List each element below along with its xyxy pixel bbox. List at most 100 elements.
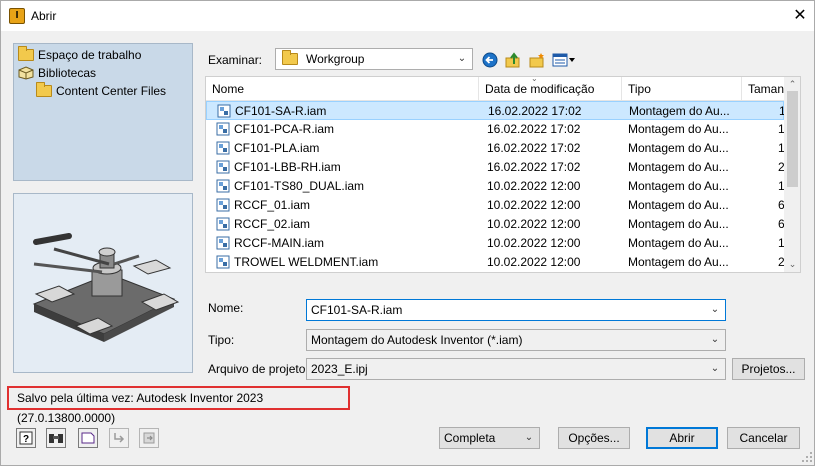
file-type: Montagem do Au... (628, 179, 729, 193)
mode-dropdown[interactable]: Completa ⌄ (439, 427, 540, 449)
view-menu-icon (552, 53, 575, 67)
place-libraries[interactable]: Bibliotecas (18, 64, 96, 82)
back-icon (482, 52, 498, 68)
column-header-name[interactable]: Nome (206, 77, 479, 101)
nome-field[interactable]: CF101-SA-R.iam ⌄ (306, 299, 726, 321)
file-date: 16.02.2022 17:02 (488, 104, 582, 118)
file-date: 10.02.2022 12:00 (487, 236, 581, 250)
file-row[interactable]: RCCF_02.iam 10.02.2022 12:00 Montagem do A… (206, 215, 785, 234)
vertical-scrollbar[interactable]: ⌃ ⌄ (784, 77, 800, 272)
title-bar: I Abrir ✕ (1, 1, 814, 31)
file-name: CF101-SA-R.iam (235, 104, 327, 118)
assembly-preview-image (32, 233, 180, 342)
nome-value: CF101-SA-R.iam (311, 303, 403, 317)
file-preview (13, 193, 193, 373)
tipo-label: Tipo: (208, 333, 235, 347)
file-name: CF101-TS80_DUAL.iam (234, 179, 365, 193)
up-folder-button[interactable] (503, 50, 523, 70)
file-row[interactable]: CF101-SA-R.iam 16.02.2022 17:02 Montagem d… (206, 101, 786, 120)
tipo-dropdown[interactable]: Montagem do Autodesk Inventor (*.iam) ⌄ (306, 329, 726, 351)
scroll-down-icon[interactable]: ⌄ (784, 257, 800, 271)
folder-icon (282, 50, 298, 65)
projeto-label: Arquivo de projeto: (208, 362, 309, 376)
place-label: Espaço de trabalho (38, 48, 142, 62)
file-row[interactable]: RCCF-MAIN.iam 10.02.2022 12:00 Montagem do… (206, 234, 785, 253)
file-type: Montagem do Au... (628, 255, 729, 269)
chevron-down-icon: ⌄ (457, 53, 467, 64)
file-type: Montagem do Au... (628, 122, 729, 136)
close-button[interactable]: ✕ (789, 5, 811, 27)
back-button[interactable] (480, 50, 500, 70)
file-row[interactable]: CF101-PCA-R.iam 16.02.2022 17:02 Montagem … (206, 120, 785, 139)
place-label: Content Center Files (56, 84, 167, 98)
options-icon (143, 432, 155, 444)
help-icon: ? (19, 431, 33, 445)
assembly-file-icon (216, 179, 230, 193)
column-header-date[interactable]: Data de modificação (479, 77, 622, 101)
file-date: 16.02.2022 17:02 (487, 141, 581, 155)
column-header-type[interactable]: Tipo (622, 77, 742, 101)
file-name: RCCF_01.iam (234, 198, 311, 212)
file-date: 10.02.2022 12:00 (487, 255, 581, 269)
file-row[interactable]: CF101-PLA.iam 16.02.2022 17:02 Montagem do… (206, 139, 785, 158)
file-name: CF101-PCA-R.iam (234, 122, 335, 136)
assembly-file-icon (216, 236, 230, 250)
file-name: CF101-LBB-RH.iam (234, 160, 341, 174)
window-title: Abrir (31, 9, 57, 23)
open-dialog: I Abrir ✕ Espaço de trabalho Bibliotecas… (0, 0, 815, 466)
library-icon (18, 66, 34, 80)
folder-icon (18, 46, 34, 61)
file-type: Montagem do Au... (629, 104, 730, 118)
folder-icon (36, 82, 52, 97)
scrollbar-thumb[interactable] (787, 91, 798, 187)
abrir-button[interactable]: Abrir (646, 427, 718, 449)
file-row[interactable]: TROWEL WELDMENT.iam 10.02.2022 12:00 Monta… (206, 253, 785, 272)
opcoes-button[interactable]: Opções... (558, 427, 630, 449)
assembly-file-icon (216, 122, 230, 136)
examinar-value: Workgroup (306, 52, 365, 66)
file-name: TROWEL WELDMENT.iam (234, 255, 379, 269)
preview-toggle-button[interactable] (78, 428, 98, 448)
tipo-value: Montagem do Autodesk Inventor (*.iam) (311, 333, 523, 347)
file-type: Montagem do Au... (628, 160, 729, 174)
file-type: Montagem do Au... (628, 217, 729, 231)
place-content-center[interactable]: Content Center Files (36, 82, 166, 100)
file-row[interactable]: RCCF_01.iam 10.02.2022 12:00 Montagem do A… (206, 196, 785, 215)
examinar-dropdown[interactable]: Workgroup ⌄ (275, 48, 473, 70)
file-name: RCCF_02.iam (234, 217, 311, 231)
new-folder-button[interactable] (527, 50, 547, 70)
file-row[interactable]: CF101-TS80_DUAL.iam 10.02.2022 12:00 Monta… (206, 177, 785, 196)
file-name: CF101-PLA.iam (234, 141, 320, 155)
projeto-dropdown[interactable]: 2023_E.ipj ⌄ (306, 358, 726, 380)
examinar-label: Examinar: (208, 53, 263, 67)
help-button[interactable]: ? (16, 428, 36, 448)
view-menu-button[interactable] (551, 50, 577, 70)
chevron-down-icon: ⌄ (710, 334, 720, 345)
scroll-up-icon[interactable]: ⌃ (784, 77, 800, 91)
options-icon-button[interactable] (139, 428, 159, 448)
file-row[interactable]: CF101-LBB-RH.iam 16.02.2022 17:02 Montagem… (206, 158, 785, 177)
chevron-down-icon[interactable]: ⌄ (709, 303, 721, 317)
projeto-value: 2023_E.ipj (311, 362, 368, 376)
cancelar-button[interactable]: Cancelar (727, 427, 800, 449)
chevron-down-icon: ⌄ (710, 363, 720, 374)
projetos-button[interactable]: Projetos... (732, 358, 805, 380)
resize-grip-icon[interactable] (801, 451, 813, 463)
assembly-file-icon (217, 104, 231, 118)
file-date: 10.02.2022 12:00 (487, 179, 581, 193)
file-type: Montagem do Au... (628, 198, 729, 212)
redirect-button[interactable] (109, 428, 129, 448)
mode-value: Completa (444, 431, 496, 445)
places-pane: Espaço de trabalho Bibliotecas Content C… (13, 43, 193, 181)
find-button[interactable] (46, 428, 66, 448)
file-type: Montagem do Au... (628, 236, 729, 250)
place-workspace[interactable]: Espaço de trabalho (18, 46, 141, 64)
assembly-file-icon (216, 255, 230, 269)
inventor-app-icon: I (9, 8, 25, 24)
preview-icon (81, 432, 95, 444)
file-date: 16.02.2022 17:02 (487, 160, 581, 174)
file-date: 10.02.2022 12:00 (487, 198, 581, 212)
assembly-file-icon (216, 141, 230, 155)
find-icon (49, 434, 63, 443)
file-list: Nome Data de modificação ⌄ Tipo Taman CF… (205, 76, 801, 273)
